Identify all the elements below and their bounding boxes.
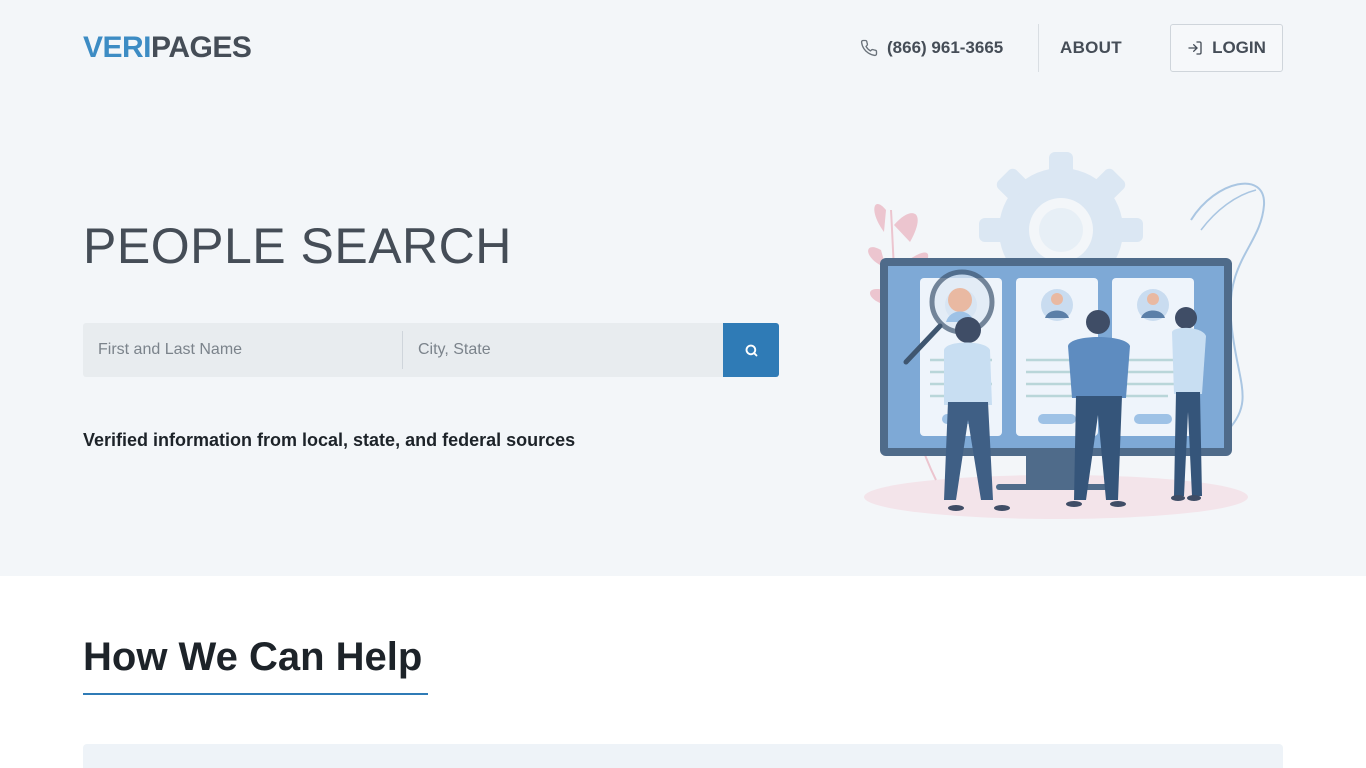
logo-part-pages: PAGES <box>151 31 252 64</box>
search-button[interactable] <box>723 323 779 377</box>
hero-tagline: Verified information from local, state, … <box>83 430 576 450</box>
phone-link[interactable]: (866) 961-3665 <box>860 36 1003 60</box>
people-search-form <box>83 323 779 377</box>
page-title: PEOPLE SEARCH <box>83 218 512 274</box>
phone-icon <box>860 39 878 57</box>
search-field-divider <box>402 323 403 377</box>
about-link[interactable]: ABOUT <box>1060 36 1122 60</box>
login-label: LOGIN <box>1212 38 1266 57</box>
login-icon <box>1188 41 1202 55</box>
hero-section: VERIPAGES (866) 961-3665 ABOUT LOGIN PEO… <box>0 0 1366 576</box>
section-title-underline <box>83 693 428 695</box>
nav-divider <box>1038 24 1039 72</box>
help-card <box>83 744 1283 768</box>
logo-part-veri: VERI <box>83 31 152 64</box>
people-search-illustration <box>864 152 1266 519</box>
veripages-logo[interactable]: VERIPAGES <box>83 30 252 66</box>
location-input[interactable] <box>403 323 723 377</box>
search-icon <box>745 344 757 356</box>
name-input[interactable] <box>83 323 402 377</box>
section-title: How We Can Help <box>83 635 423 679</box>
phone-number: (866) 961-3665 <box>887 38 1004 57</box>
login-button[interactable]: LOGIN <box>1170 24 1283 72</box>
